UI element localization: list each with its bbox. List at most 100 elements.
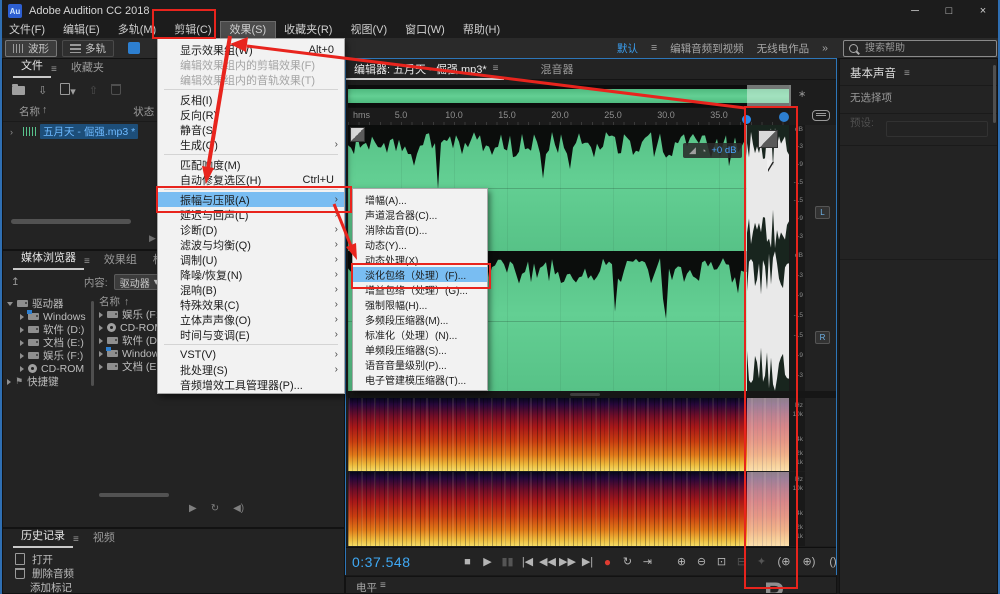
gain-value[interactable]: +0 dB	[711, 145, 736, 156]
menu-item-amplitude-compression[interactable]: 振幅与压限(A) ›	[158, 192, 344, 207]
overview-selection[interactable]	[747, 85, 791, 107]
workspace-tab-radio[interactable]: 无线电作品	[757, 41, 810, 56]
pause-button[interactable]: ▮▮	[498, 555, 517, 568]
expand-icon[interactable]	[20, 365, 24, 372]
skip-to-end-button[interactable]: ▶|	[578, 555, 597, 568]
expand-icon[interactable]	[99, 337, 103, 344]
loop-playback-button[interactable]: ↻	[618, 555, 637, 568]
list-col-name[interactable]: 名称	[99, 294, 120, 309]
stop-button[interactable]: ■	[458, 556, 477, 568]
zoom-out-point-button[interactable]: ⊕)	[797, 555, 821, 568]
menu-favorites[interactable]: 收藏夹(R)	[275, 22, 341, 38]
preset-dropdown[interactable]	[886, 121, 988, 137]
waveform-view-button[interactable]: 波形	[5, 39, 57, 57]
tree-row-media[interactable]: 娱乐 (F:)	[7, 349, 89, 362]
menu-item-filter-eq[interactable]: 滤波与均衡(Q) ›	[158, 237, 344, 252]
history-panel-menu-icon[interactable]: ≡	[73, 532, 85, 548]
menu-item-match-loudness[interactable]: 匹配响度(M)	[158, 157, 344, 172]
menu-item-invert[interactable]: 反相(I)	[158, 92, 344, 107]
expand-icon[interactable]	[7, 378, 11, 385]
search-input[interactable]	[863, 41, 991, 55]
rewind-button[interactable]: ◀◀	[538, 555, 557, 568]
wave-spectral-splitter[interactable]	[348, 391, 836, 398]
submenu-item-dynamics[interactable]: 动态(Y)...	[353, 237, 487, 252]
tab-history[interactable]: 历史记录	[13, 529, 73, 548]
record-button[interactable]: ●	[598, 555, 617, 569]
menu-item-generate[interactable]: 生成(G) ›	[158, 137, 344, 152]
expand-chevron-icon[interactable]: ›	[10, 127, 19, 137]
menu-item-time-pitch[interactable]: 时间与变调(E) ›	[158, 327, 344, 342]
history-item-delete-audio[interactable]: 删除音频	[3, 566, 344, 580]
play-button[interactable]: ▶	[478, 555, 497, 568]
menu-effects[interactable]: 效果(S)	[219, 21, 277, 39]
spectral-display-toggle-icon[interactable]	[128, 42, 140, 54]
submenu-item-deesser[interactable]: 消除齿音(D)...	[353, 222, 487, 237]
submenu-item-fade-envelope[interactable]: 淡化包络（处理）(F)...	[353, 267, 487, 282]
expand-icon[interactable]	[20, 326, 24, 333]
menu-edit[interactable]: 编辑(E)	[54, 22, 109, 38]
menu-item-reverb[interactable]: 混响(B) ›	[158, 282, 344, 297]
panel-vscrollbar[interactable]	[993, 65, 996, 123]
overview-navigator[interactable]	[348, 85, 791, 107]
files-hscrollbar[interactable]	[11, 219, 131, 224]
tab-mixer[interactable]: 混音器	[532, 59, 581, 80]
menu-item-delay-echo[interactable]: 延迟与回声(L) ›	[158, 207, 344, 222]
display-settings-icon[interactable]	[812, 110, 830, 121]
list-hscrollbar[interactable]	[99, 493, 169, 497]
selection-right-channel[interactable]	[747, 251, 789, 391]
time-ruler[interactable]: hms 5.0 10.0 15.0 20.0 25.0 30.0 35.0	[348, 107, 789, 127]
zoom-in-point-button[interactable]: (⊕	[772, 555, 796, 568]
tab-effects-rack[interactable]: 效果组	[96, 249, 145, 270]
fast-forward-button[interactable]: ▶▶	[558, 555, 577, 568]
menu-item-audio-plugin-manager[interactable]: 音频增效工具管理器(P)...	[158, 377, 344, 392]
minimize-button[interactable]: ─	[898, 0, 932, 22]
zoom-out-time-button[interactable]: ⊖	[692, 555, 711, 568]
menu-window[interactable]: 窗口(W)	[396, 22, 454, 38]
monitor-icon[interactable]: ∗	[798, 89, 806, 100]
tab-editor[interactable]: 编辑器: 五月天 - 倔强.mp3* ≡	[346, 59, 505, 80]
menu-item-reverse[interactable]: 反向(R)	[158, 107, 344, 122]
skip-to-start-button[interactable]: |◀	[518, 555, 537, 568]
submenu-item-hard-limiter[interactable]: 强制限幅(H)...	[353, 297, 487, 312]
expand-icon[interactable]	[20, 352, 24, 359]
menu-item-modulation[interactable]: 调制(U) ›	[158, 252, 344, 267]
spectrogram-right-channel[interactable]	[348, 472, 789, 546]
zoom-reset-button[interactable]: ✦	[752, 555, 771, 568]
expand-icon[interactable]	[20, 313, 24, 320]
editor-menu-icon[interactable]: ≡	[493, 63, 499, 74]
submenu-item-single-band-compressor[interactable]: 单频段压缩器(S)...	[353, 342, 487, 357]
time-display[interactable]: 0:37.548	[352, 554, 411, 570]
close-button[interactable]: ×	[966, 0, 1000, 22]
spectrogram-selection-left[interactable]	[747, 398, 789, 471]
help-search-box[interactable]	[843, 39, 997, 57]
workspace-menu-icon[interactable]: ≡	[651, 42, 657, 54]
menu-item-auto-heal-selection[interactable]: 自动修复选区(H) Ctrl+U	[158, 172, 344, 187]
expand-icon[interactable]	[99, 324, 103, 331]
menu-item-noise-reduction[interactable]: 降噪/恢复(N) ›	[158, 267, 344, 282]
speaker-icon[interactable]: ◀)	[233, 503, 244, 514]
skip-selection-button[interactable]: ⇥	[638, 555, 657, 568]
menu-item-stereo-imagery[interactable]: 立体声声像(O) ›	[158, 312, 344, 327]
new-file-icon[interactable]: ▾	[60, 83, 76, 98]
workspace-tab-edit-audio-video[interactable]: 编辑音频到视频	[670, 41, 744, 56]
tab-favorites[interactable]: 收藏夹	[63, 57, 112, 78]
menu-item-diagnostics[interactable]: 诊断(D) ›	[158, 222, 344, 237]
menu-file[interactable]: 文件(F)	[0, 22, 54, 38]
collapse-icon[interactable]	[7, 301, 13, 306]
fade-in-handle-icon[interactable]	[350, 127, 365, 142]
tab-levels[interactable]: 电平	[356, 580, 377, 593]
import-file-icon[interactable]: ⇩	[38, 84, 47, 97]
col-status[interactable]: 状态	[133, 104, 154, 119]
workspace-tab-default[interactable]: 默认	[617, 41, 638, 56]
menu-item-vst[interactable]: VST(V) ›	[158, 347, 344, 362]
submenu-item-amplify[interactable]: 增幅(A)...	[353, 192, 487, 207]
col-name[interactable]: 名称	[19, 104, 40, 119]
playhead-handle-icon[interactable]	[742, 115, 751, 124]
media-browser-menu-icon[interactable]: ≡	[84, 254, 96, 270]
menu-view[interactable]: 视图(V)	[341, 22, 396, 38]
expand-icon[interactable]	[99, 363, 103, 370]
multitrack-view-button[interactable]: 多轨	[62, 39, 114, 57]
menu-item-batch-process[interactable]: 批处理(S) ›	[158, 362, 344, 377]
workspace-overflow-chevron[interactable]: »	[822, 42, 828, 54]
menu-item-special-effects[interactable]: 特殊效果(C) ›	[158, 297, 344, 312]
